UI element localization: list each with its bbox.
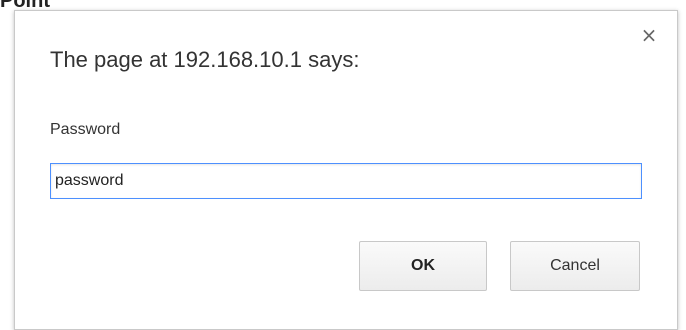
browser-page: Point The page at 192.168.10.1 says: × P… [0,0,686,330]
cancel-button[interactable]: Cancel [510,241,640,291]
password-input-wrapper [50,163,642,199]
close-icon[interactable]: × [639,25,659,45]
dialog-title: The page at 192.168.10.1 says: [50,47,360,72]
javascript-prompt-dialog: The page at 192.168.10.1 says: × Passwor… [14,10,678,330]
ok-button[interactable]: OK [359,241,487,291]
password-label: Password [50,121,121,138]
password-input[interactable] [51,164,641,198]
